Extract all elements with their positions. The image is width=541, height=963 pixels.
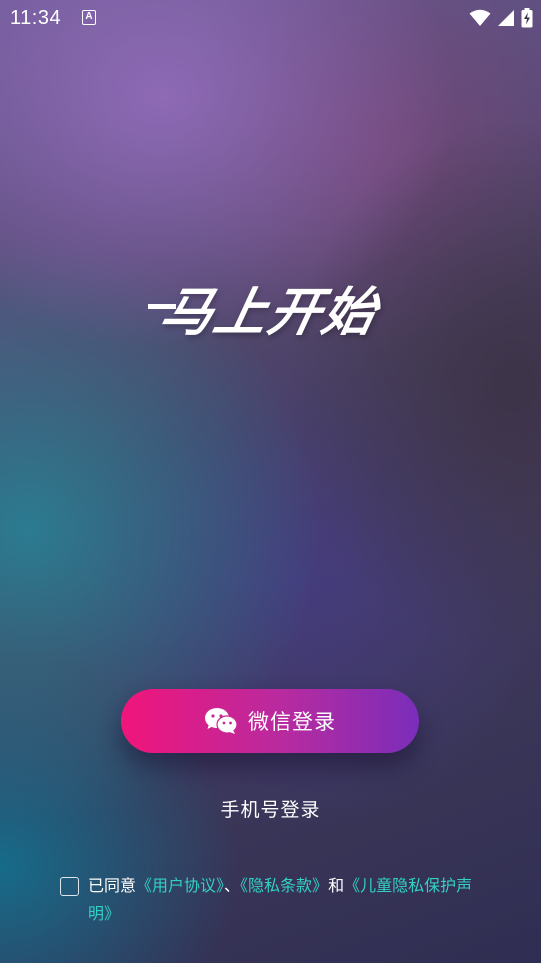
- cell-signal-icon: [498, 10, 514, 26]
- battery-charging-icon: [521, 8, 533, 28]
- phone-login-link[interactable]: 手机号登录: [0, 795, 541, 822]
- wechat-login-label: 微信登录: [248, 711, 336, 734]
- agreement-prefix: 已同意: [88, 876, 137, 895]
- agreement-and: 和: [328, 876, 345, 895]
- user-agreement-link[interactable]: 《用户协议》: [136, 876, 224, 895]
- status-icons: [469, 8, 533, 28]
- privacy-terms-link[interactable]: 《隐私条款》: [240, 876, 328, 895]
- wechat-icon: [205, 708, 238, 734]
- status-time: 11:34: [10, 7, 62, 29]
- headline-text: 马上开始: [154, 282, 384, 343]
- a-notification-icon: A: [82, 10, 96, 25]
- status-bar: 11:34 A: [0, 0, 541, 36]
- agreement-text: 已同意《用户协议》、《隐私条款》和《儿童隐私保护声明》: [88, 872, 480, 928]
- agree-checkbox[interactable]: [60, 877, 79, 896]
- agreement-separator: 、: [224, 876, 241, 895]
- headline: 马上开始: [140, 262, 400, 352]
- wifi-icon: [469, 9, 491, 26]
- wechat-login-button[interactable]: 微信登录: [121, 689, 419, 753]
